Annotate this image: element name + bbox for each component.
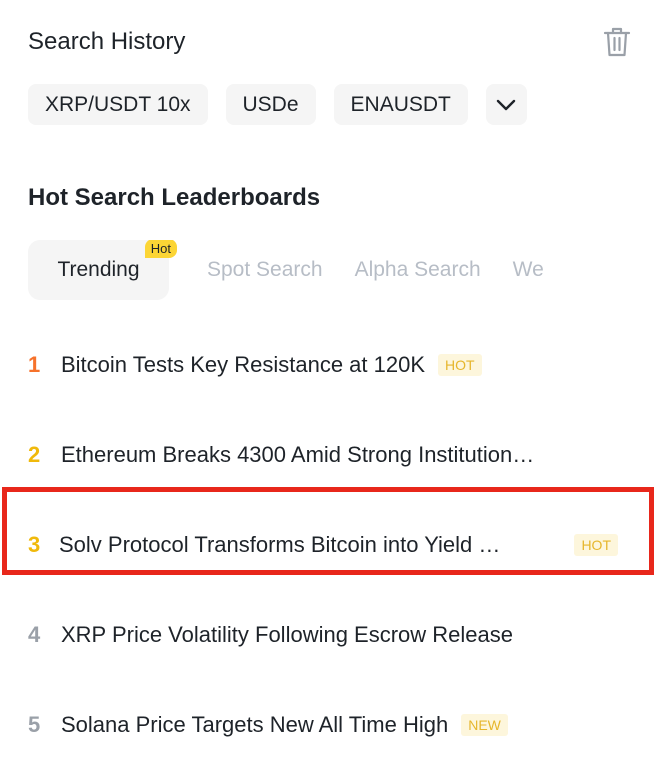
search-history-header: Search History [28,22,632,62]
leaderboard-list: 1 Bitcoin Tests Key Resistance at 120K H… [28,320,638,770]
item-title: Bitcoin Tests Key Resistance at 120K [61,352,426,377]
hot-tag: HOT [574,534,618,556]
expand-history-button[interactable] [485,84,527,125]
leaderboard-title: Hot Search Leaderboards [28,184,321,211]
item-title: Solv Protocol Transforms Bitcoin into Yi… [59,532,501,557]
hot-badge: Hot [144,240,177,258]
history-chip[interactable]: USDe [225,84,316,125]
leaderboard-item[interactable]: 4 XRP Price Volatility Following Escrow … [28,590,638,680]
tab-we[interactable]: We [513,240,576,300]
item-title: XRP Price Volatility Following Escrow Re… [61,622,513,647]
rank-number: 4 [28,622,41,647]
new-tag: NEW [461,714,508,736]
leaderboard-item[interactable]: 3 Solv Protocol Transforms Bitcoin into … [2,500,628,590]
history-chip[interactable]: XRP/USDT 10x [28,84,208,125]
chevron-down-icon [497,99,516,110]
tab-spot-search[interactable]: Spot Search [207,240,355,300]
tab-trending[interactable]: Trending Hot [28,240,177,300]
hot-tag: HOT [438,354,482,376]
search-page: Search History XRP/USDT 10x USDe ENAUSDT… [0,0,656,776]
rank-number: 1 [28,352,41,377]
history-chip[interactable]: ENAUSDT [333,84,468,125]
leaderboard-tabs: Trending Hot Spot Search Alpha Search We [28,240,628,300]
tab-label: Trending [57,258,140,281]
rank-number: 5 [28,712,41,737]
item-title: Ethereum Breaks 4300 Amid Strong Institu… [61,442,535,467]
rank-number: 3 [28,532,41,557]
item-title: Solana Price Targets New All Time High [61,712,449,737]
leaderboard-item[interactable]: 1 Bitcoin Tests Key Resistance at 120K H… [28,320,638,410]
search-history-title: Search History [28,28,186,55]
rank-number: 2 [28,442,41,467]
leaderboard-item[interactable]: 5 Solana Price Targets New All Time High… [28,680,638,770]
trash-icon[interactable] [602,25,632,59]
tab-alpha-search[interactable]: Alpha Search [355,240,513,300]
search-history-chips: XRP/USDT 10x USDe ENAUSDT [28,84,527,125]
leaderboard-item[interactable]: 2 Ethereum Breaks 4300 Amid Strong Insti… [28,410,638,500]
